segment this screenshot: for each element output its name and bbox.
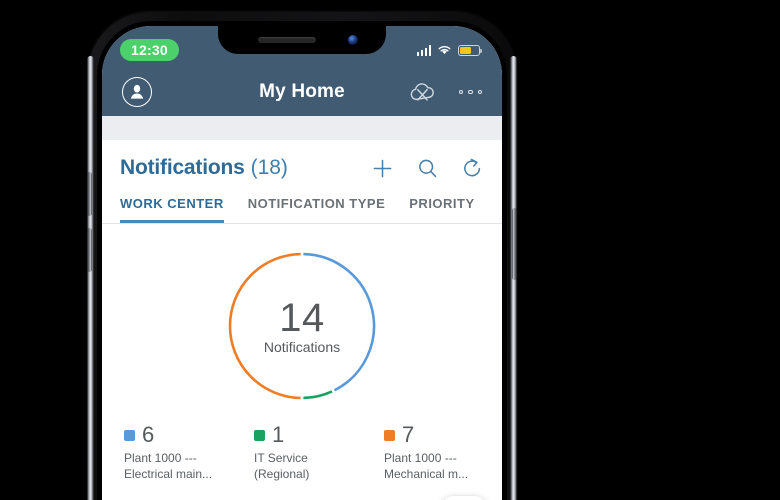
nav-bar-actions <box>407 80 482 104</box>
notifications-header: Notifications (18) <box>102 140 502 186</box>
tab-priority[interactable]: PRIORITY <box>409 196 474 223</box>
legend-label-line2: (Regional) <box>254 466 310 481</box>
battery-low-power-icon <box>458 44 483 56</box>
donut-chart-wrapper: 14 Notifications <box>102 246 502 406</box>
status-bar-time: 12:30 <box>120 39 179 61</box>
tab-work-center[interactable]: WORK CENTER <box>120 196 224 223</box>
notifications-card: Notifications (18) WORK CENTER NOTIFICAT… <box>102 140 502 500</box>
front-camera-icon <box>348 35 358 45</box>
chart-legend: 6 Plant 1000 --- Electrical main... 1 IT… <box>102 424 502 483</box>
device-bezel: 12:30 My Home Notifications (18) WORK CE… <box>97 21 507 500</box>
legend-item[interactable]: 7 Plant 1000 --- Mechanical m... <box>384 424 480 483</box>
cellular-bars-icon <box>416 45 431 56</box>
device-notch <box>218 26 386 54</box>
device-left-rail <box>87 56 94 500</box>
plus-icon[interactable] <box>371 157 394 180</box>
volume-up-button[interactable] <box>87 172 92 216</box>
help-button[interactable]: ? <box>442 496 486 500</box>
app-nav-bar: My Home <box>102 68 502 116</box>
nav-content-separator <box>102 116 502 140</box>
legend-swatch-icon <box>384 429 395 441</box>
status-bar-indicators <box>416 44 483 56</box>
legend-label: Plant 1000 --- Electrical main... <box>124 451 220 483</box>
legend-label-line1: Plant 1000 --- <box>384 451 457 465</box>
legend-item-header: 6 <box>124 424 220 446</box>
notifications-actions <box>371 157 484 180</box>
device-screen: 12:30 My Home Notifications (18) WORK CE… <box>102 26 502 500</box>
legend-item-header: 1 <box>254 424 350 446</box>
legend-item-header: 7 <box>384 424 480 446</box>
legend-value: 1 <box>272 422 285 447</box>
wifi-icon <box>438 46 451 55</box>
legend-item[interactable]: 6 Plant 1000 --- Electrical main... <box>124 424 220 483</box>
notifications-count: (18) <box>250 156 288 179</box>
notifications-title: Notifications <box>120 156 245 179</box>
legend-label-line1: Plant 1000 --- <box>124 451 197 465</box>
more-options-icon[interactable] <box>458 89 482 95</box>
volume-down-button[interactable] <box>87 228 92 272</box>
screenshot-root: 12:30 My Home Notifications (18) WORK CE… <box>0 0 780 500</box>
filter-tabs: WORK CENTER NOTIFICATION TYPE PRIORITY <box>102 186 502 224</box>
donut-total-value: 14 <box>279 295 325 340</box>
legend-item[interactable]: 1 IT Service (Regional) <box>254 424 350 483</box>
refresh-icon[interactable] <box>461 157 484 180</box>
legend-label: Plant 1000 --- Mechanical m... <box>384 451 480 483</box>
power-button[interactable] <box>512 208 517 280</box>
search-icon[interactable] <box>416 157 439 180</box>
legend-label: IT Service (Regional) <box>254 451 350 483</box>
cloud-offline-icon[interactable] <box>407 80 437 104</box>
tab-notification-type[interactable]: NOTIFICATION TYPE <box>248 196 386 223</box>
donut-total-label: Notifications <box>263 338 341 355</box>
earpiece-speaker <box>258 37 316 43</box>
legend-value: 6 <box>142 422 155 447</box>
legend-label-line2: Mechanical m... <box>384 466 469 481</box>
notifications-donut-chart[interactable]: 14 Notifications <box>222 246 382 406</box>
legend-swatch-icon <box>254 429 265 441</box>
phone-device-frame: 12:30 My Home Notifications (18) WORK CE… <box>87 12 517 500</box>
legend-value: 7 <box>402 422 415 447</box>
legend-label-line1: IT Service <box>254 451 308 465</box>
legend-swatch-icon <box>124 429 135 441</box>
user-avatar-icon[interactable] <box>122 77 152 107</box>
legend-label-line2: Electrical main... <box>124 466 213 481</box>
donut-center-label: 14 Notifications <box>222 246 382 406</box>
